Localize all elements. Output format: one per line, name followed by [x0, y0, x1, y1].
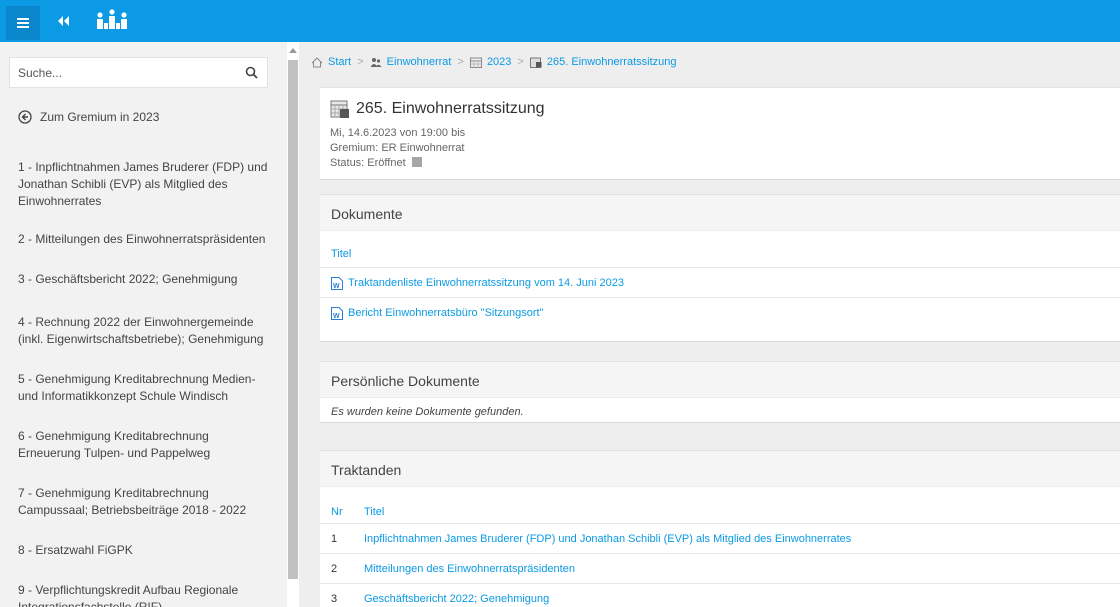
row-number: 3: [331, 593, 338, 605]
main-content: Start > Einwohnerrat > 2023 > 265. Einwo…: [299, 42, 1120, 607]
sidebar-content: Zum Gremium in 2023 1 - Inpflichtnahmen …: [0, 42, 287, 607]
users-icon: [370, 57, 382, 68]
document-link[interactable]: Traktandenliste Einwohnerratssitzung vom…: [348, 277, 624, 289]
breadcrumb-meeting[interactable]: 265. Einwohnerratssitzung: [547, 56, 677, 68]
search-box: [9, 57, 268, 88]
calendar-icon: [469, 57, 482, 68]
status-indicator: [411, 157, 422, 167]
meeting-calendar-icon: [330, 99, 350, 119]
traktandum-link[interactable]: Inpflichtnahmen James Bruderer (FDP) und…: [364, 533, 851, 545]
meeting-status: Status: Eröffnet: [330, 157, 422, 169]
back-to-gremium-link[interactable]: Zum Gremium in 2023: [18, 110, 159, 124]
search-input[interactable]: [18, 64, 238, 82]
no-documents-message: Es wurden keine Dokumente gefunden.: [331, 406, 524, 418]
table-row: 3 Geschäftsbericht 2022; Genehmigung: [320, 583, 1120, 607]
breadcrumb-separator: >: [517, 56, 524, 68]
agenda-item-9[interactable]: 9 - Verpflichtungskredit Aufbau Regional…: [18, 582, 268, 607]
word-document-icon: W: [331, 277, 343, 290]
meeting-calendar-icon: [529, 57, 542, 68]
traktanden-heading: Traktanden: [331, 462, 402, 478]
traktanden-column-nr[interactable]: Nr: [331, 506, 343, 518]
breadcrumb-gremium[interactable]: Einwohnerrat: [387, 56, 452, 68]
documents-panel: Dokumente Titel W Traktandenliste Einwoh…: [320, 194, 1120, 342]
document-row: W Bericht Einwohnerratsbüro "Sitzungsort…: [320, 297, 1120, 327]
agenda-item-4[interactable]: 4 - Rechnung 2022 der Einwohnergemeinde …: [18, 314, 268, 348]
agenda-item-2[interactable]: 2 - Mitteilungen des Einwohnerratspräsid…: [18, 231, 265, 248]
svg-text:W: W: [333, 313, 340, 320]
scrollbar-thumb[interactable]: [288, 60, 298, 579]
personal-documents-panel: Persönliche Dokumente Es wurden keine Do…: [320, 361, 1120, 423]
table-row: 1 Inpflichtnahmen James Bruderer (FDP) u…: [320, 523, 1120, 553]
row-number: 2: [331, 563, 338, 575]
breadcrumb-year[interactable]: 2023: [487, 56, 511, 68]
meeting-info-panel: 265. Einwohnerratssitzung Mi, 14.6.2023 …: [320, 87, 1120, 180]
agenda-item-8[interactable]: 8 - Ersatzwahl FiGPK: [18, 542, 133, 559]
agenda-item-1[interactable]: 1 - Inpflichtnahmen James Bruderer (FDP)…: [18, 159, 268, 210]
hamburger-icon[interactable]: [6, 6, 40, 40]
sidebar: Zum Gremium in 2023 1 - Inpflichtnahmen …: [0, 42, 299, 607]
meeting-gremium: Gremium: ER Einwohnerrat: [330, 142, 465, 154]
arrow-circle-left-icon: [18, 110, 32, 124]
documents-heading: Dokumente: [331, 206, 403, 222]
table-row: 2 Mitteilungen des Einwohnerratspräsiden…: [320, 553, 1120, 583]
traktanden-panel: Traktanden Nr Titel 1 Inpflichtnahmen Ja…: [320, 450, 1120, 607]
agenda-item-7[interactable]: 7 - Genehmigung Kreditabrechnung Campuss…: [18, 485, 268, 519]
back-link-label: Zum Gremium in 2023: [40, 110, 160, 124]
people-group-logo[interactable]: [94, 8, 130, 34]
agenda-item-3[interactable]: 3 - Geschäftsbericht 2022; Genehmigung: [18, 271, 237, 288]
double-chevron-left-icon[interactable]: [52, 6, 76, 36]
top-navbar: [0, 0, 1120, 42]
document-row: W Traktandenliste Einwohnerratssitzung v…: [320, 267, 1120, 297]
traktanden-header: Traktanden: [320, 451, 1120, 487]
traktandum-link[interactable]: Mitteilungen des Einwohnerratspräsidente…: [364, 563, 575, 575]
sidebar-scrollbar[interactable]: [287, 42, 299, 607]
breadcrumb-separator: >: [357, 56, 364, 68]
traktanden-column-title[interactable]: Titel: [364, 506, 384, 518]
breadcrumb-start[interactable]: Start: [328, 56, 351, 68]
agenda-item-6[interactable]: 6 - Genehmigung Kreditabrechnung Erneuer…: [18, 428, 268, 462]
meeting-title-text: 265. Einwohnerratssitzung: [356, 100, 545, 117]
home-icon: [311, 56, 323, 68]
personal-documents-header: Persönliche Dokumente: [320, 362, 1120, 398]
breadcrumb: Start > Einwohnerrat > 2023 > 265. Einwo…: [311, 56, 677, 68]
documents-column-title[interactable]: Titel: [331, 248, 351, 260]
svg-text:W: W: [333, 283, 340, 290]
traktandum-link[interactable]: Geschäftsbericht 2022; Genehmigung: [364, 593, 549, 605]
word-document-icon: W: [331, 307, 343, 320]
meeting-title: 265. Einwohnerratssitzung: [330, 99, 545, 119]
meeting-date: Mi, 14.6.2023 von 19:00 bis: [330, 127, 466, 139]
scroll-up-arrow-icon[interactable]: [289, 48, 297, 53]
meeting-status-text: Status: Eröffnet: [330, 157, 406, 169]
breadcrumb-separator: >: [457, 56, 464, 68]
documents-panel-header: Dokumente: [320, 195, 1120, 231]
search-icon[interactable]: [245, 66, 259, 80]
row-number: 1: [331, 533, 338, 545]
agenda-item-5[interactable]: 5 - Genehmigung Kreditabrechnung Medien-…: [18, 371, 268, 405]
personal-documents-heading: Persönliche Dokumente: [331, 373, 480, 389]
document-link[interactable]: Bericht Einwohnerratsbüro "Sitzungsort": [348, 307, 544, 319]
